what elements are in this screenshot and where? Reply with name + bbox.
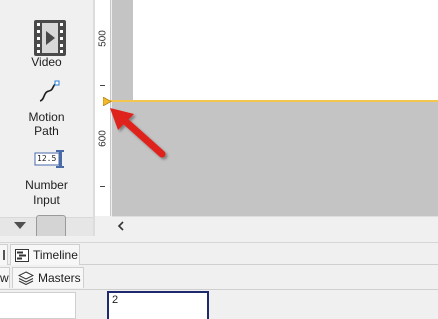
partial-tab-icon xyxy=(3,250,5,260)
horizontal-scrollbar[interactable] xyxy=(112,216,438,236)
tab-partial-label: w xyxy=(0,270,9,285)
red-arrow-icon xyxy=(104,102,170,162)
masters-icon xyxy=(18,271,34,285)
number-input-icon: 12.5 xyxy=(34,150,64,168)
tab-timeline-label: Timeline xyxy=(33,247,78,262)
ruler-label-500: 500 xyxy=(97,30,109,47)
tool-video[interactable]: Video xyxy=(0,20,93,70)
toolbox-panel: Video Motion Path 12.5 Number Input xyxy=(0,0,93,236)
tab-partial-w[interactable]: w xyxy=(0,267,10,288)
tool-video-label: Video xyxy=(31,55,62,69)
bottom-tabs-row: Timeline xyxy=(0,242,438,265)
video-icon xyxy=(34,20,66,56)
tool-motion-path[interactable]: Motion Path xyxy=(0,80,93,138)
tab-masters[interactable]: Masters xyxy=(12,267,84,288)
tool-number-input[interactable]: 12.5 Number Input xyxy=(0,150,93,208)
tab-partial[interactable] xyxy=(0,244,8,265)
motion-path-icon xyxy=(37,80,61,104)
tool-number-input-line2: Input xyxy=(33,193,60,207)
slide-thumbnail[interactable]: 2 xyxy=(107,291,209,319)
bottom-tabs-row-2: w Masters xyxy=(0,266,438,290)
scroll-down-arrow-icon[interactable] xyxy=(14,222,26,230)
tool-motion-path-line2: Path xyxy=(34,124,59,138)
ruler-tick xyxy=(100,85,105,86)
partial-tool-icon xyxy=(36,215,66,236)
slide-number: 2 xyxy=(112,294,119,306)
tab-timeline[interactable]: Timeline xyxy=(10,244,80,265)
left-panel-content[interactable] xyxy=(0,292,76,319)
timeline-icon xyxy=(15,248,29,262)
tool-number-input-line1: Number xyxy=(25,178,68,192)
ruler-tick xyxy=(100,186,105,187)
tab-masters-label: Masters xyxy=(38,270,81,285)
scroll-left-arrow-icon[interactable] xyxy=(117,221,125,231)
toolbox-scroll-strip[interactable] xyxy=(0,215,93,236)
slide-page[interactable] xyxy=(133,0,438,101)
number-input-icon-text: 12.5 xyxy=(37,154,57,163)
tool-motion-path-line1: Motion xyxy=(28,110,65,124)
